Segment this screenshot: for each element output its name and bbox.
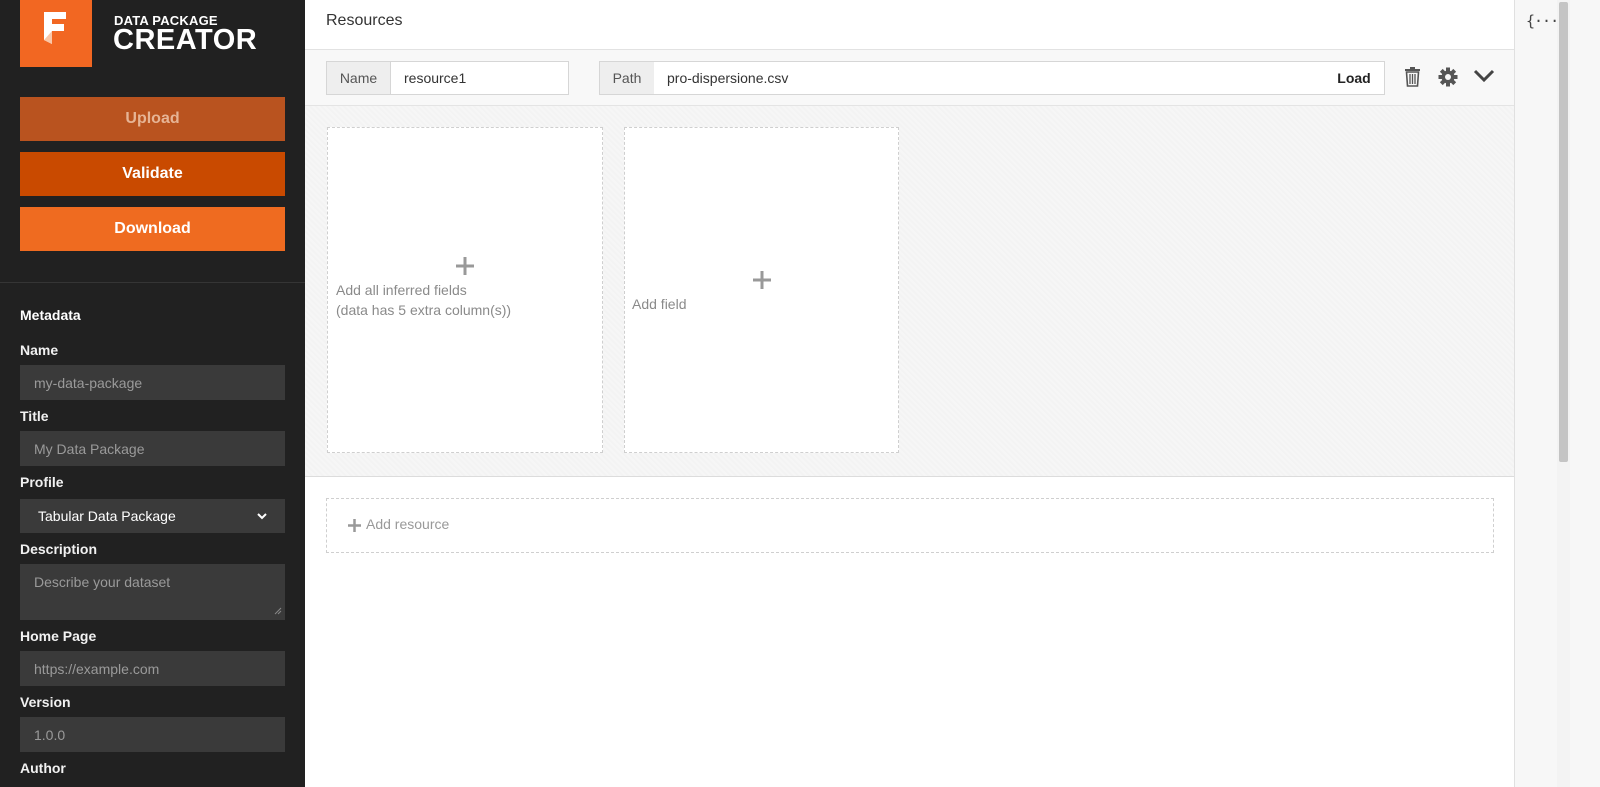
resize-grip-icon[interactable] bbox=[272, 605, 282, 615]
resources-header: Resources bbox=[305, 0, 1514, 50]
load-button[interactable]: Load bbox=[1324, 61, 1385, 95]
logo-title: CREATOR bbox=[113, 24, 258, 56]
add-inferred-fields-label: Add all inferred fields bbox=[336, 282, 467, 298]
package-title-input[interactable] bbox=[20, 431, 285, 466]
author-label: Author bbox=[20, 760, 66, 776]
add-resource-button[interactable]: Add resource bbox=[326, 498, 1494, 553]
logo bbox=[20, 0, 92, 67]
description-textarea[interactable] bbox=[20, 564, 285, 620]
resources-title: Resources bbox=[326, 12, 403, 29]
homepage-input[interactable] bbox=[20, 651, 285, 686]
upload-button[interactable]: Upload bbox=[20, 97, 285, 141]
resource-path-input[interactable]: pro-dispersione.csv bbox=[654, 61, 1325, 95]
profile-select[interactable]: Tabular Data Package bbox=[20, 499, 285, 533]
resource-path-addon: Path bbox=[599, 61, 655, 95]
title-label: Title bbox=[20, 408, 49, 424]
version-label: Version bbox=[20, 694, 71, 710]
plus-icon bbox=[753, 271, 771, 289]
description-label: Description bbox=[20, 541, 98, 557]
resource-name-input[interactable]: resource1 bbox=[391, 61, 569, 95]
profile-label: Profile bbox=[20, 474, 64, 490]
validate-button[interactable]: Validate bbox=[20, 152, 285, 196]
download-button[interactable]: Download bbox=[20, 207, 285, 251]
resource-panel: Name resource1 Path pro-dispersione.csv … bbox=[305, 50, 1514, 477]
logo-f-icon bbox=[44, 12, 66, 44]
chevron-down-icon bbox=[257, 512, 267, 519]
sidebar-divider bbox=[0, 282, 305, 283]
app-window: DATA PACKAGE CREATOR Upload Validate Dow… bbox=[0, 0, 1600, 787]
add-inferred-fields-card[interactable]: Add all inferred fields (data has 5 extr… bbox=[327, 127, 603, 453]
scrollbar-thumb[interactable] bbox=[1559, 2, 1568, 462]
json-preview-strip: {···} bbox=[1514, 0, 1600, 787]
homepage-label: Home Page bbox=[20, 628, 97, 644]
sidebar: DATA PACKAGE CREATOR Upload Validate Dow… bbox=[0, 0, 305, 787]
version-input[interactable] bbox=[20, 717, 285, 752]
main-content: Resources Name resource1 Path pro-disper… bbox=[305, 0, 1514, 787]
trash-icon[interactable] bbox=[1404, 67, 1421, 87]
gear-icon[interactable] bbox=[1438, 67, 1458, 87]
add-field-label: Add field bbox=[632, 296, 687, 312]
profile-select-value: Tabular Data Package bbox=[38, 508, 176, 524]
package-name-input[interactable] bbox=[20, 365, 285, 400]
plus-icon bbox=[456, 257, 474, 275]
resource-toolbar: Name resource1 Path pro-dispersione.csv … bbox=[305, 50, 1514, 106]
extra-columns-note: (data has 5 extra column(s)) bbox=[336, 302, 512, 318]
name-label: Name bbox=[20, 342, 59, 358]
resource-name-addon: Name bbox=[326, 61, 391, 95]
add-field-card[interactable]: Add field bbox=[624, 127, 899, 453]
chevron-down-icon[interactable] bbox=[1473, 69, 1495, 83]
add-resource-label: Add resource bbox=[366, 516, 450, 532]
plus-icon bbox=[348, 519, 361, 532]
metadata-heading: Metadata bbox=[20, 307, 81, 323]
